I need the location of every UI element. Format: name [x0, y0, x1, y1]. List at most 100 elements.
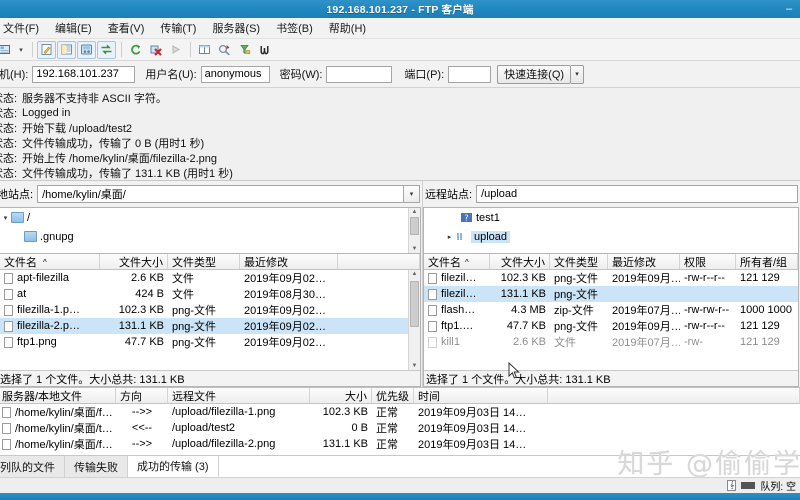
- local-directory-tree[interactable]: ▾ / .gnupg ▲ ▼: [0, 207, 421, 254]
- scroll-up-icon[interactable]: ▲: [412, 270, 418, 278]
- file-icon: [428, 289, 437, 300]
- remote-list-body[interactable]: filezil… 102.3 KB png-文件 2019年09月… -rw-r…: [424, 270, 798, 370]
- column-header-extra[interactable]: [338, 254, 420, 269]
- certificate-icon[interactable]: 𝄞: [727, 480, 736, 491]
- tab-queued-files[interactable]: 列队的文件: [0, 456, 65, 477]
- table-row[interactable]: at 424 B 文件 2019年08月30…: [0, 286, 420, 302]
- find-files-icon[interactable]: [255, 41, 274, 59]
- column-header-filesize[interactable]: 文件大小: [490, 254, 550, 269]
- scroll-down-icon[interactable]: ▼: [412, 245, 418, 253]
- quickconnect-dropdown-icon[interactable]: ▾: [571, 65, 584, 84]
- log-kind: 状态:: [0, 90, 22, 106]
- column-header-priority[interactable]: 优先级: [372, 388, 414, 403]
- column-header-owner-group[interactable]: 所有者/组: [736, 254, 798, 269]
- chevron-down-icon[interactable]: ▾: [0, 214, 11, 222]
- menu-bookmark[interactable]: 书签(B): [269, 18, 322, 39]
- column-header-filename[interactable]: 文件名^: [0, 254, 100, 269]
- local-file-list[interactable]: 文件名^ 文件大小 文件类型 最近修改 apt-filezilla 2.6 KB…: [0, 254, 421, 387]
- menu-file[interactable]: 文件(F): [0, 18, 48, 39]
- toggle-message-log-icon[interactable]: [57, 41, 76, 59]
- local-tree-scrollbar[interactable]: ▲ ▼: [408, 208, 420, 253]
- process-queue-icon[interactable]: [166, 41, 185, 59]
- column-header-filetype[interactable]: 文件类型: [550, 254, 608, 269]
- host-input[interactable]: [32, 66, 135, 83]
- local-list-body[interactable]: apt-filezilla 2.6 KB 文件 2019年09月02… at 4…: [0, 270, 420, 370]
- local-path-dropdown-icon[interactable]: ▾: [404, 185, 420, 203]
- tree-item[interactable]: ▾ /: [0, 208, 420, 227]
- cell-filesize: 2.6 KB: [490, 336, 550, 348]
- log-kind: 状态:: [0, 120, 22, 136]
- refresh-icon[interactable]: [126, 41, 145, 59]
- queue-row[interactable]: /home/kylin/桌面/f… -->> /upload/filezilla…: [0, 404, 800, 420]
- table-row[interactable]: filezil… 102.3 KB png-文件 2019年09月… -rw-r…: [424, 270, 798, 286]
- quickconnect-button[interactable]: 快速连接(Q): [497, 65, 571, 84]
- column-header-size[interactable]: 大小: [310, 388, 372, 403]
- menu-edit[interactable]: 编辑(E): [48, 18, 101, 39]
- username-input[interactable]: [201, 66, 270, 83]
- directory-compare-table-icon[interactable]: [195, 41, 214, 59]
- column-header-time[interactable]: 时间: [414, 388, 548, 403]
- scroll-up-icon[interactable]: ▲: [412, 208, 418, 216]
- transfer-queue[interactable]: 服务器/本地文件 方向 远程文件 大小 优先级 时间 /home/kylin/桌…: [0, 387, 800, 455]
- local-list-scrollbar[interactable]: ▲ ▼: [408, 270, 420, 370]
- queue-row[interactable]: /home/kylin/桌面/t… <<-- /upload/test2 0 B…: [0, 420, 800, 436]
- toggle-transfer-queue-icon[interactable]: [77, 41, 96, 59]
- table-row[interactable]: filezil… 131.1 KB png-文件: [424, 286, 798, 302]
- table-row[interactable]: apt-filezilla 2.6 KB 文件 2019年09月02…: [0, 270, 420, 286]
- table-row[interactable]: ftp1.png 47.7 KB png-文件 2019年09月02…: [0, 334, 420, 350]
- column-header-direction[interactable]: 方向: [116, 388, 168, 403]
- chevron-right-icon[interactable]: ▸: [444, 233, 455, 241]
- tree-item[interactable]: ▸ upload: [424, 227, 798, 246]
- site-manager-dropdown-icon[interactable]: ▾: [15, 41, 27, 59]
- remote-directory-tree[interactable]: ? test1 ▸ upload: [423, 207, 799, 254]
- queue-row[interactable]: /home/kylin/桌面/f… -->> /upload/filezilla…: [0, 436, 800, 452]
- tree-item[interactable]: .gnupg: [0, 227, 420, 246]
- menu-view[interactable]: 查看(V): [101, 18, 154, 39]
- toggle-directory-compare-icon[interactable]: [97, 41, 116, 59]
- menu-server[interactable]: 服务器(S): [205, 18, 269, 39]
- column-header-filetype[interactable]: 文件类型: [168, 254, 240, 269]
- synchronized-browsing-icon[interactable]: [215, 41, 234, 59]
- menu-transfer[interactable]: 传输(T): [153, 18, 205, 39]
- statusbar: 𝄞 队列: 空: [0, 477, 800, 493]
- table-row[interactable]: flash… 4.3 MB zip-文件 2019年07月… -rw-rw-r-…: [424, 302, 798, 318]
- column-header-modified[interactable]: 最近修改: [608, 254, 680, 269]
- local-path-input[interactable]: [37, 185, 404, 203]
- table-row[interactable]: kill1 2.6 KB 文件 2019年07月… -rw- 121 129: [424, 334, 798, 350]
- file-icon: [2, 407, 11, 418]
- table-row[interactable]: filezilla-2.p… 131.1 KB png-文件 2019年09月0…: [0, 318, 420, 334]
- column-header-queue-extra[interactable]: [548, 388, 800, 403]
- cancel-operation-icon[interactable]: [146, 41, 165, 59]
- remote-path-input[interactable]: [476, 185, 798, 203]
- scroll-down-icon[interactable]: ▼: [412, 362, 418, 370]
- cell-modified: 2019年08月30…: [240, 286, 338, 302]
- tab-failed-transfers[interactable]: 传输失败: [65, 456, 128, 477]
- column-header-permissions[interactable]: 权限: [680, 254, 736, 269]
- toolbar-separator-3: [190, 42, 191, 57]
- column-header-server-local-file[interactable]: 服务器/本地文件: [0, 388, 116, 403]
- cell-remote-file: /upload/filezilla-1.png: [168, 406, 310, 418]
- cell-filename: filezilla-2.p…: [17, 320, 80, 332]
- column-header-modified[interactable]: 最近修改: [240, 254, 338, 269]
- tab-successful-transfers[interactable]: 成功的传输 (3): [128, 456, 219, 477]
- site-manager-icon[interactable]: [0, 41, 14, 59]
- tree-item[interactable]: ? test1: [424, 208, 798, 227]
- toggle-local-tree-icon[interactable]: [37, 41, 56, 59]
- cell-owner-group: 121 129: [736, 336, 798, 348]
- column-header-filesize[interactable]: 文件大小: [100, 254, 168, 269]
- column-header-filename[interactable]: 文件名^: [424, 254, 490, 269]
- tree-item-label: /: [27, 212, 30, 224]
- remote-file-list[interactable]: 文件名^ 文件大小 文件类型 最近修改 权限 所有者/组 filezil… 10…: [423, 254, 799, 387]
- table-row[interactable]: ftp1.… 47.7 KB png-文件 2019年09月… -rw-r--r…: [424, 318, 798, 334]
- table-row[interactable]: filezilla-1.p… 102.3 KB png-文件 2019年09月0…: [0, 302, 420, 318]
- password-input[interactable]: [326, 66, 392, 83]
- menu-help[interactable]: 帮助(H): [322, 18, 375, 39]
- port-input[interactable]: [448, 66, 491, 83]
- column-header-remote-file[interactable]: 远程文件: [168, 388, 310, 403]
- scroll-thumb[interactable]: [410, 217, 419, 235]
- scroll-thumb[interactable]: [410, 281, 419, 327]
- filter-icon[interactable]: [235, 41, 254, 59]
- queue-status-text: 队列: 空: [760, 478, 796, 493]
- minimize-button[interactable]: –: [782, 0, 796, 18]
- message-log[interactable]: 状态: 服务器不支持非 ASCII 字符。 状态: Logged in 状态: …: [0, 88, 800, 181]
